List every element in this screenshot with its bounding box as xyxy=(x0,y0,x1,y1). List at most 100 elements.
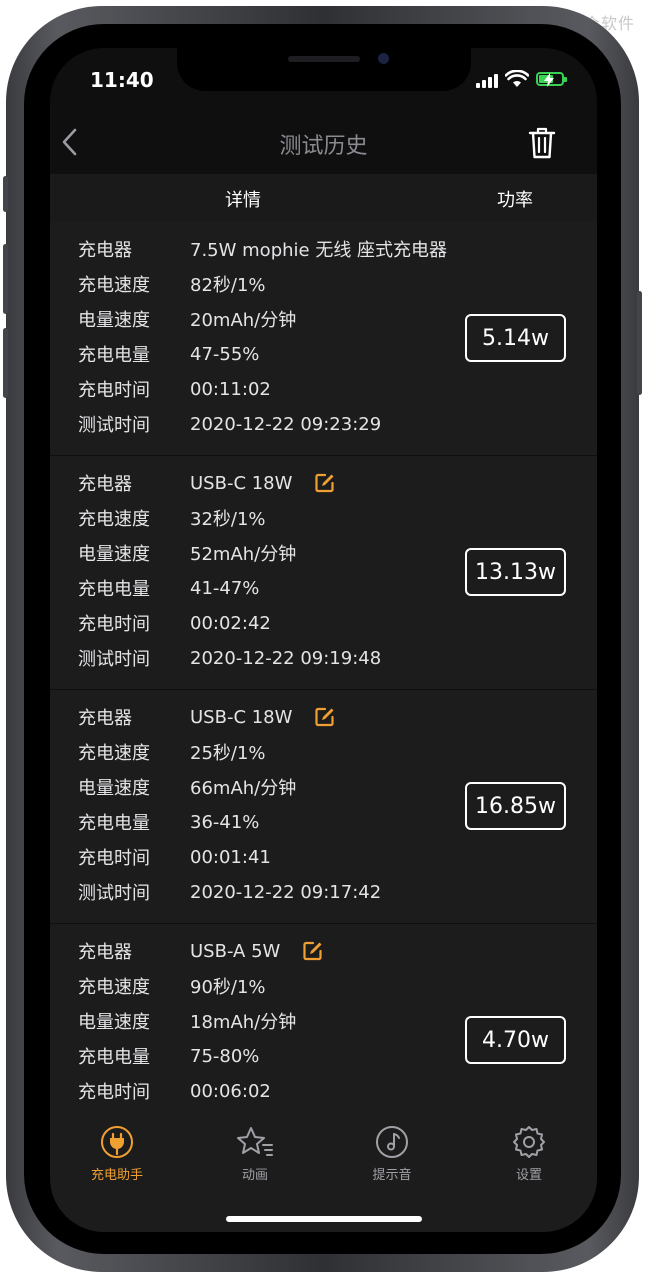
value-charge-time: 00:11:02 xyxy=(190,378,271,400)
label-charge-time: 充电时间 xyxy=(78,380,150,401)
label-charge-speed: 充电速度 xyxy=(78,509,150,530)
value-capacity-speed: 66mAh/分钟 xyxy=(190,778,297,799)
notch xyxy=(177,48,471,91)
column-details: 详情 xyxy=(225,190,261,211)
record-row-capacity-speed: 电量速度 20mAh/分钟 xyxy=(78,302,296,336)
tab-bar: 充电助手 动画 提示音 设置 xyxy=(50,1118,597,1232)
value-capacity-speed: 18mAh/分钟 xyxy=(190,1012,297,1033)
record-row-capacity-speed: 电量速度 18mAh/分钟 xyxy=(78,1004,296,1038)
value-charge-speed: 25秒/1% xyxy=(190,743,266,764)
record-row-charge-amount: 充电电量 41-47% xyxy=(78,571,259,605)
record-row-charge-speed: 充电速度 90秒/1% xyxy=(78,969,266,1003)
label-charge-amount: 充电电量 xyxy=(78,813,150,834)
history-record[interactable]: 充电器 USB-C 18W 充电速度 25秒/1% 电量速度 66mAh/分钟 充电电… xyxy=(50,690,597,924)
record-row-test-time: 测试时间 2020-12-22 09:17:42 xyxy=(78,875,381,909)
record-row-test-time: 测试时间 2020-12-22 09:19:48 xyxy=(78,641,381,675)
front-camera xyxy=(378,53,389,64)
tab-charging-assistant[interactable]: 充电助手 xyxy=(67,1124,167,1183)
value-charge-amount: 36-41% xyxy=(190,811,260,833)
history-list[interactable]: 充电器 7.5W mophie 无线 座式充电器 充电速度 82秒/1% 电量速度 2… xyxy=(50,222,597,1118)
edit-icon[interactable] xyxy=(314,472,336,494)
battery-charging-icon xyxy=(536,72,567,87)
edit-icon[interactable] xyxy=(314,706,336,728)
value-test-time: 2020-12-22 09:19:48 xyxy=(190,647,382,669)
record-row-capacity-speed: 电量速度 52mAh/分钟 xyxy=(78,536,296,570)
history-record[interactable]: 充电器 7.5W mophie 无线 座式充电器 充电速度 82秒/1% 电量速度 2… xyxy=(50,222,597,456)
label-charge-time: 充电时间 xyxy=(78,614,150,635)
value-charger: 7.5W mophie 无线 座式充电器 xyxy=(190,240,448,261)
label-charger: 充电器 xyxy=(78,708,132,729)
label-capacity-speed: 电量速度 xyxy=(78,544,150,565)
record-row-charger: 充电器 7.5W mophie 无线 座式充电器 xyxy=(78,232,447,266)
value-charger: USB-A 5W xyxy=(190,940,281,962)
record-row-charge-amount: 充电电量 75-80% xyxy=(78,1039,259,1073)
page-title: 测试历史 xyxy=(279,134,368,159)
label-charge-time: 充电时间 xyxy=(78,1082,150,1103)
trash-icon[interactable] xyxy=(527,126,557,160)
value-capacity-speed: 20mAh/分钟 xyxy=(190,310,297,331)
tab-label: 动画 xyxy=(241,1168,268,1183)
record-row-charge-amount: 充电电量 36-41% xyxy=(78,805,259,839)
label-capacity-speed: 电量速度 xyxy=(78,310,150,331)
label-charger: 充电器 xyxy=(78,474,132,495)
app-screen: 11:40 测试历史 详情 功率 充电器 7.5W mophie 无线 座式充电器… xyxy=(50,48,597,1232)
tab-animation[interactable]: 动画 xyxy=(205,1124,305,1183)
music-disc-icon xyxy=(376,1126,408,1158)
power-value-box: 13.13w xyxy=(465,548,566,596)
value-test-time: 2020-12-22 09:17:42 xyxy=(190,881,382,903)
label-test-time: 测试时间 xyxy=(78,649,150,670)
speaker-grille xyxy=(288,56,360,62)
tab-settings[interactable]: 设置 xyxy=(479,1124,579,1183)
value-charger: USB-C 18W xyxy=(190,706,293,728)
label-charger: 充电器 xyxy=(78,942,132,963)
value-charge-speed: 32秒/1% xyxy=(190,509,266,530)
value-charge-amount: 47-55% xyxy=(190,343,260,365)
cellular-signal-icon xyxy=(476,74,498,88)
label-test-time: 测试时间 xyxy=(78,883,150,904)
history-record[interactable]: 充电器 USB-C 18W 充电速度 32秒/1% 电量速度 52mAh/分钟 充电电… xyxy=(50,456,597,690)
record-row-charge-time: 充电时间 00:01:41 xyxy=(78,840,271,874)
value-charger: USB-C 18W xyxy=(190,472,293,494)
label-capacity-speed: 电量速度 xyxy=(78,1012,150,1033)
label-test-time: 测试时间 xyxy=(78,415,150,436)
charging-plug-icon xyxy=(101,1126,133,1158)
record-row-charge-time: 充电时间 00:06:02 xyxy=(78,1074,271,1108)
home-indicator[interactable] xyxy=(226,1216,422,1222)
record-row-charger: 充电器 USB-C 18W xyxy=(78,700,336,734)
power-value-box: 5.14w xyxy=(465,314,566,362)
record-row-charger: 充电器 USB-A 5W xyxy=(78,934,324,968)
record-row-charge-time: 充电时间 00:11:02 xyxy=(78,372,271,406)
label-charge-amount: 充电电量 xyxy=(78,579,150,600)
record-row-charger: 充电器 USB-C 18W xyxy=(78,466,336,500)
label-charge-speed: 充电速度 xyxy=(78,977,150,998)
record-row-charge-speed: 充电速度 82秒/1% xyxy=(78,267,266,301)
power-value-box: 4.70w xyxy=(465,1016,566,1064)
power-value-box: 16.85w xyxy=(465,782,566,830)
tab-label: 设置 xyxy=(515,1168,542,1183)
gear-icon xyxy=(513,1126,545,1158)
value-charge-time: 00:01:41 xyxy=(190,846,271,868)
record-row-charge-amount: 充电电量 47-55% xyxy=(78,337,259,371)
record-row-charge-speed: 充电速度 32秒/1% xyxy=(78,501,266,535)
wifi-icon xyxy=(505,70,529,87)
label-charger: 充电器 xyxy=(78,240,132,261)
value-test-time: 2020-12-22 09:23:29 xyxy=(190,413,382,435)
value-capacity-speed: 52mAh/分钟 xyxy=(190,544,297,565)
tab-notification-sound[interactable]: 提示音 xyxy=(342,1124,442,1183)
history-record[interactable]: 充电器 USB-A 5W 充电速度 90秒/1% 电量速度 18mAh/分钟 充电电量… xyxy=(50,924,597,1118)
side-button xyxy=(637,291,642,395)
record-row-capacity-speed: 电量速度 66mAh/分钟 xyxy=(78,770,296,804)
volume-down-button xyxy=(3,328,8,398)
edit-icon[interactable] xyxy=(302,940,324,962)
value-charge-time: 00:02:42 xyxy=(190,612,271,634)
label-charge-amount: 充电电量 xyxy=(78,345,150,366)
status-time: 11:40 xyxy=(90,68,154,92)
volume-up-button xyxy=(3,244,8,314)
record-row-test-time: 测试时间 2020-12-22 09:23:29 xyxy=(78,407,381,441)
nav-bar: 测试历史 xyxy=(50,118,597,168)
column-header: 详情 功率 xyxy=(50,174,597,222)
label-charge-time: 充电时间 xyxy=(78,848,150,869)
value-charge-amount: 75-80% xyxy=(190,1045,260,1067)
mute-switch xyxy=(3,176,8,212)
record-row-charge-speed: 充电速度 25秒/1% xyxy=(78,735,266,769)
